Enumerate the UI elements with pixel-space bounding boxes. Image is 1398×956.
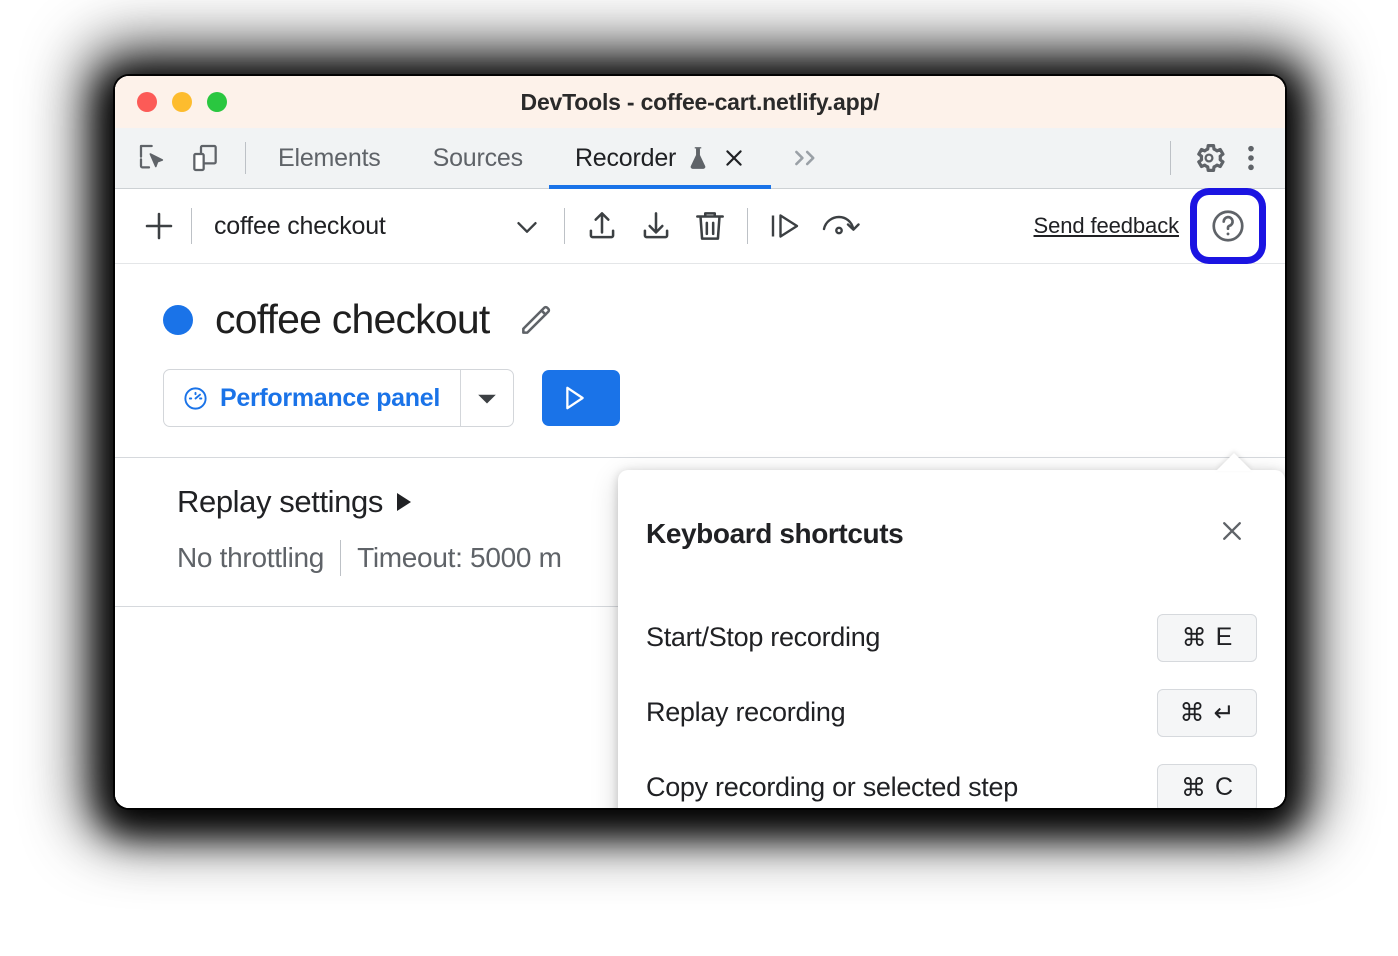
help-button[interactable] [1197,195,1259,257]
replay-button[interactable] [542,370,620,426]
timeout-value: Timeout: 5000 m [357,542,562,574]
pencil-icon[interactable] [517,301,555,339]
toolbar-divider-2 [564,208,565,244]
list-item: Replay recording ⌘ ↵ [646,675,1257,750]
inspect-cursor-icon[interactable] [135,140,171,176]
import-download-icon[interactable] [629,199,683,253]
close-x-icon[interactable] [1219,518,1245,544]
kebab-menu-icon[interactable] [1233,140,1269,176]
tab-elements[interactable]: Elements [252,128,407,188]
throttling-value: No throttling [177,542,324,574]
shortcut-keycap: ⌘ E [1157,614,1257,662]
window-title: DevTools - coffee-cart.netlify.app/ [115,89,1285,116]
send-feedback-link[interactable]: Send feedback [1034,213,1197,239]
chevron-down-icon [510,209,544,243]
tab-recorder-label: Recorder [575,144,676,173]
replay-settings-label: Replay settings [177,484,383,520]
chevron-double-right-icon[interactable] [771,128,841,188]
tab-sources[interactable]: Sources [407,128,549,188]
recording-selector-value: coffee checkout [214,212,386,241]
flask-icon [687,145,709,171]
close-recorder-tab-icon[interactable] [723,147,745,169]
devtools-window: DevTools - coffee-cart.netlify.app/ Elem… [115,76,1285,808]
shortcut-label: Replay recording [646,697,845,728]
status-dot [163,305,193,335]
performance-panel-button[interactable]: Performance panel [164,370,460,426]
shortcut-keycap: ⌘ C [1157,764,1257,809]
popup-header: Keyboard shortcuts [618,470,1285,550]
recording-selector[interactable]: coffee checkout [196,209,554,243]
export-upload-icon[interactable] [575,199,629,253]
recording-title: coffee checkout [215,296,489,343]
window-titlebar: DevTools - coffee-cart.netlify.app/ [115,76,1285,128]
performance-panel-label: Performance panel [220,384,440,413]
recorder-content: coffee checkout [115,264,1285,808]
shortcut-key: C [1215,773,1233,802]
tab-recorder[interactable]: Recorder [549,128,771,188]
recording-header: coffee checkout [115,264,1285,343]
devtools-tabbar: Elements Sources Recorder [115,128,1285,189]
step-replay-icon[interactable] [758,199,812,253]
toolbar-divider-1 [191,208,192,244]
shortcut-key: ↵ [1214,698,1235,728]
popup-tail [1216,453,1252,471]
device-toolbar-icon[interactable] [187,140,223,176]
tabbar-divider [245,142,246,174]
gear-icon[interactable] [1191,140,1227,176]
keyboard-shortcuts-popup: Keyboard shortcuts Start/Stop recording … [618,470,1285,808]
recorder-toolbar: coffee checkout [115,189,1285,264]
panel-tabs: Elements Sources Recorder [252,128,771,188]
replay-controls-row: Performance panel [115,343,1285,427]
list-item: Start/Stop recording ⌘ E [646,600,1257,675]
list-item: Copy recording or selected step ⌘ C [646,750,1257,808]
performance-panel-selector[interactable]: Performance panel [163,369,514,427]
play-icon [562,384,588,412]
add-recording-button[interactable] [115,208,191,244]
shortcut-modifier: ⌘ [1182,623,1207,653]
shortcut-keycap: ⌘ ↵ [1157,689,1257,737]
summary-divider [340,540,341,576]
toolbar-divider-3 [747,208,748,244]
shortcut-key: E [1216,623,1233,652]
triangle-right-icon [397,493,411,511]
shortcut-modifier: ⌘ [1181,773,1206,803]
shortcut-label: Start/Stop recording [646,622,880,653]
speedometer-icon [182,385,209,412]
shortcut-list: Start/Stop recording ⌘ E Replay recordin… [618,550,1285,808]
shortcut-modifier: ⌘ [1180,698,1205,728]
tab-elements-label: Elements [278,144,381,173]
caret-down-icon[interactable] [461,370,513,426]
replay-refresh-icon[interactable] [812,199,866,253]
help-button-highlight [1197,195,1259,257]
trash-icon[interactable] [683,199,737,253]
tab-sources-label: Sources [433,144,523,173]
popup-title: Keyboard shortcuts [646,518,903,550]
tabbar-right-divider [1170,141,1171,175]
shortcut-label: Copy recording or selected step [646,772,1018,803]
